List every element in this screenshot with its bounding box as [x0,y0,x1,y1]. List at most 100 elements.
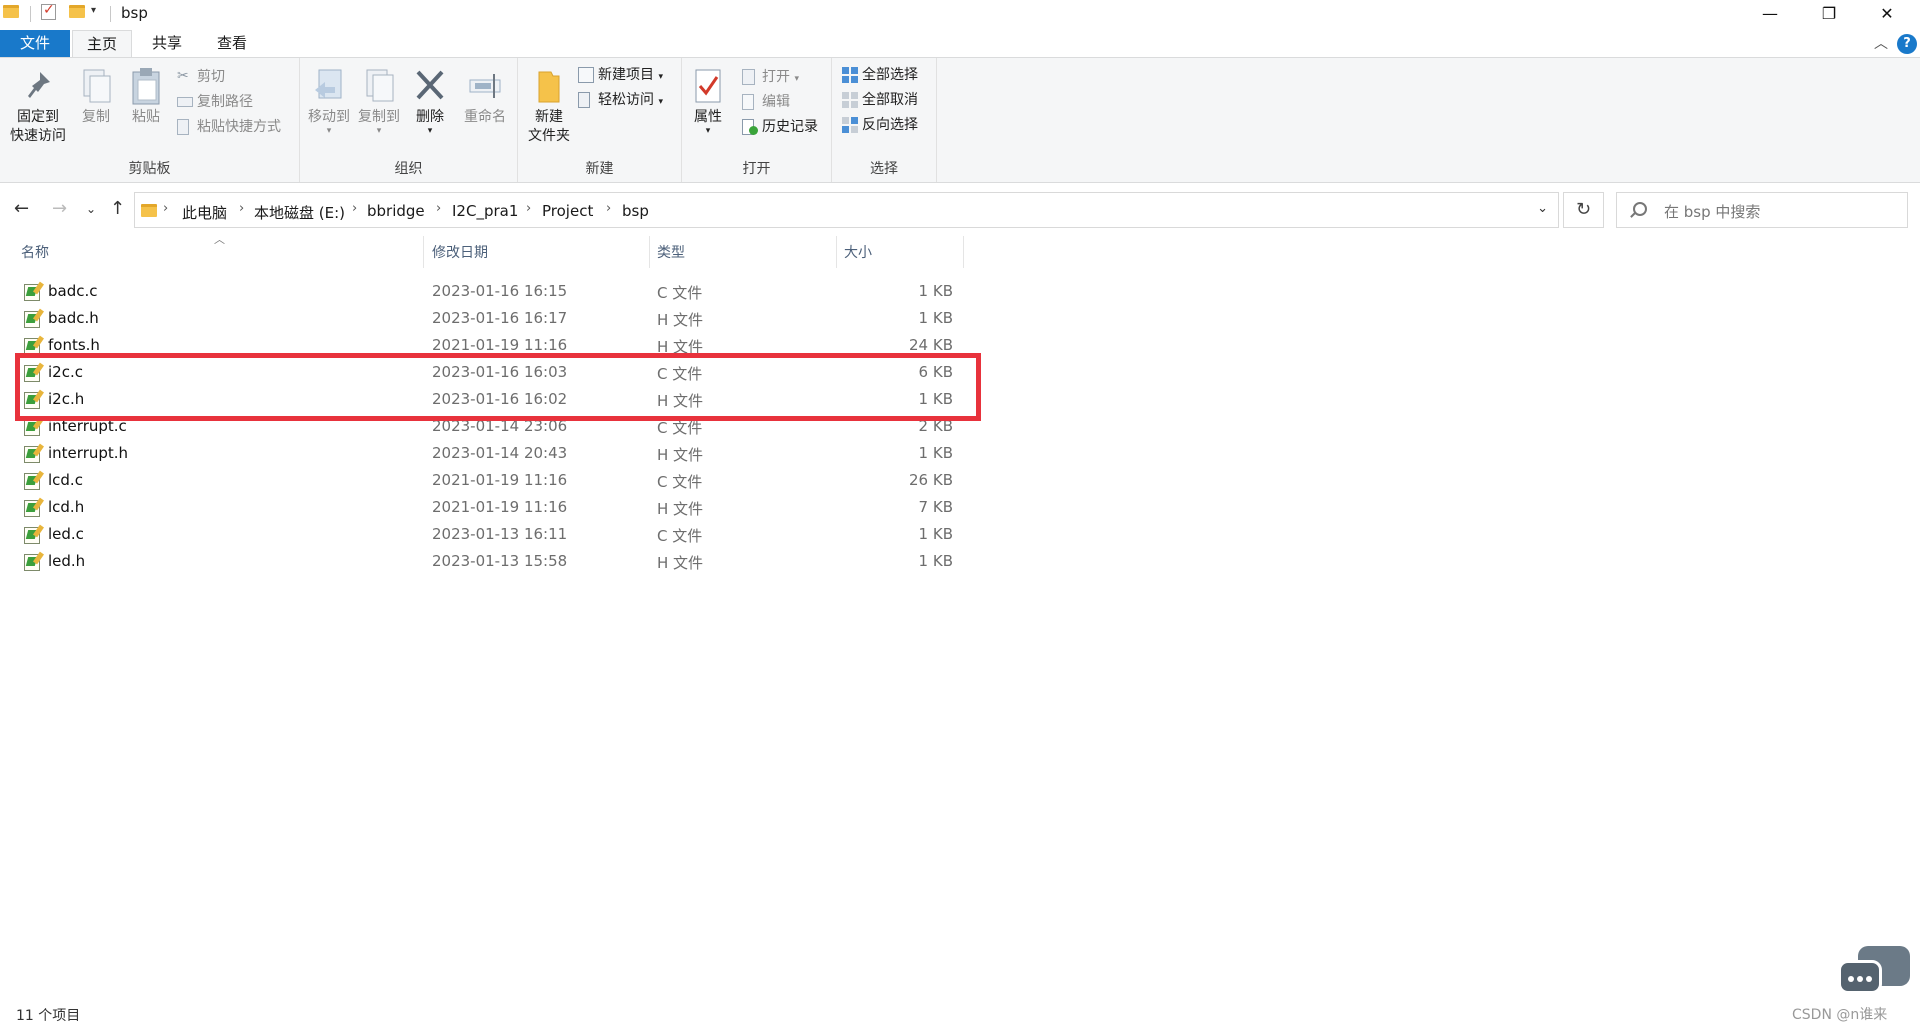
column-divider[interactable] [423,236,424,268]
file-type: C 文件 [657,473,703,491]
chevron-right-icon[interactable]: › [526,201,531,216]
file-row[interactable]: badc.h 2023-01-16 16:17 H 文件 1 KB [0,306,965,333]
new-item-label: 新建项目 [598,67,654,83]
properties-dropdown-icon: ▾ [705,126,711,136]
file-name: fonts.h [48,336,100,354]
new-folder-quick-icon[interactable] [69,5,85,18]
delete-label: 删除 [416,109,444,125]
easy-access-button[interactable]: 轻松访问 ▾ [578,89,663,111]
tab-file[interactable]: 文件 [0,30,70,57]
file-type: C 文件 [657,527,703,545]
breadcrumb-bsp[interactable]: bsp [622,202,649,220]
file-name: led.c [48,525,84,543]
cut-button[interactable]: ✂ 剪切 [177,66,225,88]
copy-path-icon [177,97,193,107]
select-all-label: 全部选择 [862,67,918,83]
search-box[interactable]: 在 bsp 中搜索 [1616,192,1908,228]
file-row[interactable]: lcd.h 2021-01-19 11:16 H 文件 7 KB [0,495,965,522]
delete-button[interactable]: 删除 ▾ [412,66,448,136]
copy-to-dropdown-icon: ▾ [376,126,382,136]
select-none-button[interactable]: 全部取消 [842,89,918,111]
address-history-icon[interactable]: ⌄ [1537,201,1548,216]
column-divider[interactable] [836,236,837,268]
chevron-right-icon[interactable]: › [352,201,357,216]
column-size[interactable]: 大小 [844,242,872,262]
forward-icon[interactable]: → [52,198,67,219]
open-button[interactable]: 打开 ▾ [742,66,799,88]
select-all-button[interactable]: 全部选择 [842,64,918,86]
history-label: 历史记录 [762,119,818,135]
edit-button[interactable]: 编辑 [742,91,790,113]
breadcrumb-project[interactable]: Project [542,202,593,220]
tab-share[interactable]: 共享 [138,30,196,57]
file-size: 24 KB [909,336,953,354]
minimize-button[interactable]: — [1747,0,1793,28]
easy-access-label: 轻松访问 [598,92,654,108]
delete-dropdown-icon: ▾ [427,126,433,136]
new-folder-button[interactable]: 新建 文件夹 [524,66,574,146]
file-row[interactable]: led.c 2023-01-13 16:11 C 文件 1 KB [0,522,965,549]
new-item-button[interactable]: 新建项目 ▾ [578,64,663,86]
chat-widget[interactable] [1838,946,1910,1000]
history-button[interactable]: 历史记录 [742,116,818,138]
file-row[interactable]: lcd.c 2021-01-19 11:16 C 文件 26 KB [0,468,965,495]
open-group-label: 打开 [742,161,771,177]
copy-path-label: 复制路径 [197,94,253,110]
file-date: 2023-01-16 16:15 [432,282,568,300]
copy-path-button[interactable]: 复制路径 [177,91,253,113]
column-type[interactable]: 类型 [657,242,685,262]
move-to-button[interactable]: 移动到 ▾ [306,66,352,136]
open-group: 属性 ▾ 打开 ▾ 编辑 历史记录 打开 [682,58,832,182]
tab-home[interactable]: 主页 [72,30,132,58]
window-title: bsp [121,4,148,22]
recent-locations-icon[interactable]: ⌄ [86,202,96,216]
delete-icon [412,66,448,106]
chevron-right-icon[interactable]: › [163,201,168,216]
separator [30,6,31,22]
close-button[interactable]: ✕ [1864,0,1910,28]
copy-icon [78,66,114,106]
properties-button[interactable]: 属性 ▾ [688,66,728,136]
up-icon[interactable]: ↑ [110,198,125,219]
chevron-right-icon[interactable]: › [436,201,441,216]
column-name[interactable]: 名称 [21,242,49,262]
chevron-right-icon[interactable]: › [606,201,611,216]
column-divider[interactable] [963,236,964,268]
breadcrumb-i2c-pra1[interactable]: I2C_pra1 [452,202,518,220]
file-row[interactable]: interrupt.h 2023-01-14 20:43 H 文件 1 KB [0,441,965,468]
breadcrumb-local-disk[interactable]: 本地磁盘 (E:) [254,202,345,223]
file-name: badc.c [48,282,98,300]
properties-label: 属性 [694,109,722,125]
column-divider[interactable] [649,236,650,268]
refresh-button[interactable]: ↻ [1563,192,1604,228]
address-bar[interactable]: › 此电脑 › 本地磁盘 (E:) › bbridge › I2C_pra1 ›… [134,192,1559,228]
customize-quick-access-icon[interactable]: ▾ [91,5,96,16]
chevron-right-icon[interactable]: › [239,201,244,216]
file-type: H 文件 [657,500,704,518]
paste-button[interactable]: 粘贴 [124,66,168,127]
file-type: H 文件 [657,446,704,464]
file-name: led.h [48,552,86,570]
paste-shortcut-button[interactable]: 粘贴快捷方式 [177,116,281,138]
back-icon[interactable]: ← [14,198,29,219]
breadcrumb-this-pc[interactable]: 此电脑 [182,202,227,223]
help-icon[interactable]: ? [1897,34,1917,54]
maximize-button[interactable]: ❐ [1806,0,1852,28]
new-group-label: 新建 [585,161,614,177]
folder-icon [141,204,157,217]
open-dropdown-icon: ▾ [794,74,799,84]
column-date[interactable]: 修改日期 [432,242,488,262]
file-row[interactable]: badc.c 2023-01-16 16:15 C 文件 1 KB [0,279,965,306]
properties-quick-icon[interactable] [41,2,56,20]
copy-to-button[interactable]: 复制到 ▾ [356,66,402,136]
breadcrumb-bbridge[interactable]: bbridge [367,202,425,220]
collapse-ribbon-icon[interactable]: ︿ [1874,33,1888,53]
copy-button[interactable]: 复制 [76,66,116,127]
rename-button[interactable]: 重命名 [460,66,510,127]
invert-selection-button[interactable]: 反向选择 [842,114,918,136]
pin-to-quick-access-button[interactable]: 固定到 快速访问 [6,66,70,146]
invert-selection-icon [842,117,858,133]
file-list: badc.c 2023-01-16 16:15 C 文件 1 KB badc.h 2023… [0,279,965,576]
file-row[interactable]: led.h 2023-01-13 15:58 H 文件 1 KB [0,549,965,576]
tab-view[interactable]: 查看 [203,30,261,57]
